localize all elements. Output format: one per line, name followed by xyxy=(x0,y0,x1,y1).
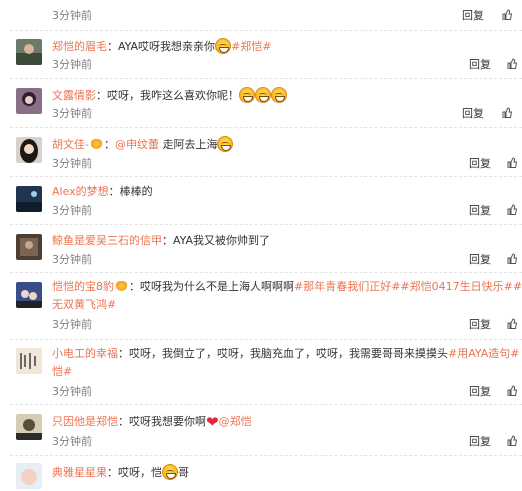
like-icon[interactable] xyxy=(507,385,517,396)
avatar[interactable] xyxy=(16,234,42,260)
comment-text: 走阿去上海 xyxy=(158,138,218,151)
mention-link[interactable]: @申纹蕾 xyxy=(115,138,159,151)
commenter-name[interactable]: 文露倩影 xyxy=(52,89,96,102)
like-icon[interactable] xyxy=(507,157,517,168)
comment-time: 3分钟前 xyxy=(52,9,92,22)
like-icon[interactable] xyxy=(502,107,512,118)
commenter-name[interactable]: 郑恺的眉毛 xyxy=(52,40,107,53)
comment-text: ：哎呀我想要你啊 xyxy=(118,415,206,428)
reply-button[interactable]: 回复 xyxy=(469,385,491,399)
comment-time: 3分钟前 xyxy=(52,385,92,398)
commenter-name[interactable]: Alex的梦想 xyxy=(52,185,109,198)
like-icon[interactable] xyxy=(502,9,512,20)
topic-tag[interactable]: 无双黄飞鸿# xyxy=(52,298,116,311)
like-icon[interactable] xyxy=(507,318,517,329)
member-badge-icon xyxy=(116,281,127,291)
commenter-name[interactable]: 胡文佳- xyxy=(52,138,89,151)
avatar[interactable] xyxy=(16,186,42,212)
comment-text: ：哎呀我为什么不是上海人啊啊啊 xyxy=(129,280,294,293)
comment-text: ：哎呀，我倒立了，哎呀，我脑充血了，哎呀，我需要哥哥来摸摸头 xyxy=(118,347,448,360)
reply-button[interactable]: 回复 xyxy=(469,204,491,218)
reply-button[interactable]: 回复 xyxy=(469,253,491,267)
comment-text: 哥 xyxy=(178,466,189,479)
reply-button[interactable]: 回复 xyxy=(469,435,491,449)
comment-text: ：棒棒的 xyxy=(108,185,153,198)
heart-emoji-icon: ❤ xyxy=(206,413,219,431)
laugh-emoji-icon xyxy=(162,464,178,480)
comment-time: 3分钟前 xyxy=(52,58,92,71)
commenter-name[interactable]: 恺恺的宝8豹 xyxy=(52,280,114,293)
smile-emoji-icon xyxy=(217,136,234,152)
like-icon[interactable] xyxy=(507,58,517,69)
reply-button[interactable]: 回复 xyxy=(469,318,491,332)
reply-button[interactable]: 回复 xyxy=(462,9,484,23)
like-icon[interactable] xyxy=(507,204,517,215)
comment-time: 3分钟前 xyxy=(52,157,92,170)
comment-time: 3分钟前 xyxy=(52,253,92,266)
avatar[interactable] xyxy=(16,463,42,489)
avatar[interactable] xyxy=(16,414,42,440)
comment-time: 3分钟前 xyxy=(52,435,92,448)
like-icon[interactable] xyxy=(507,253,517,264)
comment-text: ：哎呀，我咋这么喜欢你呢！ xyxy=(96,89,239,102)
comment-time: 3分钟前 xyxy=(52,107,92,120)
commenter-name[interactable]: 只因他是郑恺 xyxy=(52,415,118,428)
avatar[interactable] xyxy=(16,348,42,374)
member-badge-icon xyxy=(90,139,102,149)
reply-button[interactable]: 回复 xyxy=(462,107,484,121)
mention-link[interactable]: @郑恺 xyxy=(219,415,252,428)
laugh-emoji-icon xyxy=(239,87,255,103)
topic-tag[interactable]: #那年青春我们正好##郑恺0417生日快乐##国士 xyxy=(294,280,522,293)
laugh-emoji-icon xyxy=(255,87,271,103)
topic-tag[interactable]: #郑恺# xyxy=(231,40,271,53)
comment-time: 3分钟前 xyxy=(52,204,92,217)
comment-text: ：哎呀，恺 xyxy=(107,466,162,479)
avatar[interactable] xyxy=(16,282,42,308)
comment-text: ：AYA哎呀我想亲亲你 xyxy=(107,40,216,53)
avatar[interactable] xyxy=(16,137,42,163)
commenter-name[interactable]: 典雅星星果 xyxy=(52,466,107,479)
like-icon[interactable] xyxy=(507,435,517,446)
avatar[interactable] xyxy=(16,39,42,65)
commenter-name[interactable]: 鲸鱼是爱吴三石的信甲 xyxy=(52,234,162,247)
laugh-emoji-icon xyxy=(271,87,287,103)
reply-button[interactable]: 回复 xyxy=(469,58,491,72)
avatar[interactable] xyxy=(16,88,42,114)
comment-time: 3分钟前 xyxy=(52,318,92,331)
reply-button[interactable]: 回复 xyxy=(469,157,491,171)
comment-text: ：AYA我又被你帅到了 xyxy=(162,234,271,247)
topic-tag[interactable]: 恺# xyxy=(52,365,72,378)
smile-emoji-icon xyxy=(215,38,232,54)
commenter-name[interactable]: 小电工的幸福 xyxy=(52,347,118,360)
topic-tag[interactable]: #用AYA造句# #郑 xyxy=(448,347,522,360)
